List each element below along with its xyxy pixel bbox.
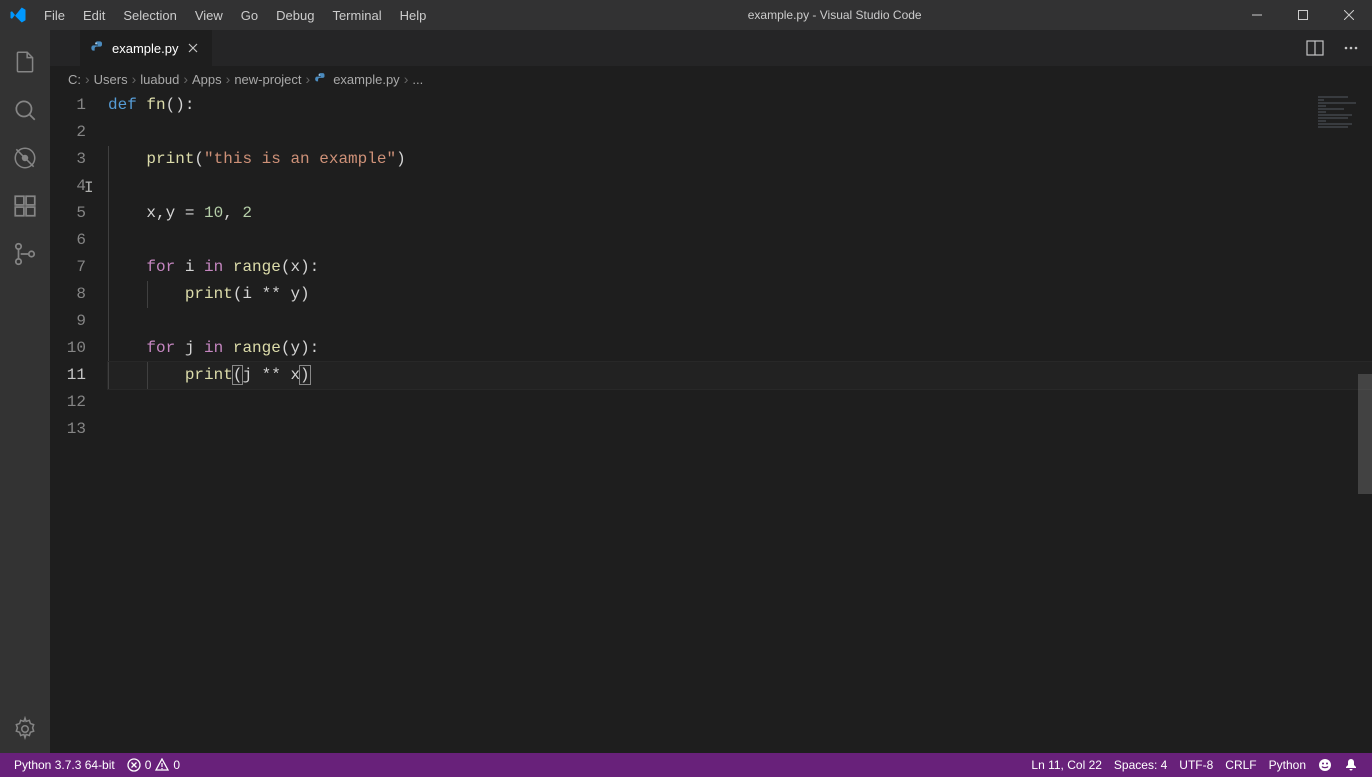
error-icon: [127, 758, 141, 772]
breadcrumb-root[interactable]: C:: [68, 72, 81, 87]
minimize-button[interactable]: [1234, 0, 1280, 30]
breadcrumb-luabud[interactable]: luabud: [140, 72, 179, 87]
code-line[interactable]: def fn():: [108, 92, 1372, 119]
menu-edit[interactable]: Edit: [74, 0, 114, 30]
window-controls: [1234, 0, 1372, 30]
titlebar: File Edit Selection View Go Debug Termin…: [0, 0, 1372, 30]
breadcrumb-tail[interactable]: ...: [412, 72, 423, 87]
breadcrumb[interactable]: C: › Users › luabud › Apps › new-project…: [50, 66, 1372, 92]
line-gutter: 12345678910111213: [50, 92, 108, 753]
menu-file[interactable]: File: [35, 0, 74, 30]
search-icon[interactable]: [1, 86, 49, 134]
close-button[interactable]: [1326, 0, 1372, 30]
menu-selection[interactable]: Selection: [114, 0, 185, 30]
breadcrumb-users[interactable]: Users: [94, 72, 128, 87]
settings-icon[interactable]: [1, 705, 49, 753]
code-editor[interactable]: 12345678910111213 def fn(): print("this …: [50, 92, 1372, 753]
split-editor-icon[interactable]: [1302, 35, 1328, 61]
code-line[interactable]: [108, 173, 1372, 200]
more-actions-icon[interactable]: [1338, 35, 1364, 61]
tab-example-py[interactable]: example.py: [80, 30, 213, 66]
status-spaces[interactable]: Spaces: 4: [1108, 753, 1173, 777]
status-warnings-count: 0: [173, 758, 180, 772]
code-line[interactable]: print(i ** y): [108, 281, 1372, 308]
debug-icon[interactable]: [1, 134, 49, 182]
menu-debug[interactable]: Debug: [267, 0, 323, 30]
scrollbar-thumb[interactable]: [1358, 374, 1372, 494]
tab-close-icon[interactable]: [184, 39, 202, 57]
code-content[interactable]: def fn(): print("this is an example") x,…: [108, 92, 1372, 753]
menu-go[interactable]: Go: [232, 0, 267, 30]
breadcrumb-file[interactable]: example.py: [333, 72, 399, 87]
status-eol[interactable]: CRLF: [1219, 753, 1262, 777]
vscode-logo: [0, 6, 35, 24]
breadcrumb-apps[interactable]: Apps: [192, 72, 222, 87]
code-line[interactable]: [108, 227, 1372, 254]
status-errors-count: 0: [145, 758, 152, 772]
source-control-icon[interactable]: [1, 230, 49, 278]
warning-icon: [155, 758, 169, 772]
window-title: example.py - Visual Studio Code: [435, 8, 1234, 22]
tabs: example.py: [50, 30, 1372, 66]
code-line[interactable]: print(j ** x): [108, 362, 1372, 389]
menu-view[interactable]: View: [186, 0, 232, 30]
editor-scrollbar[interactable]: [1358, 154, 1372, 753]
python-file-icon: [90, 40, 106, 56]
code-line[interactable]: for j in range(y):: [108, 335, 1372, 362]
status-bell-icon[interactable]: [1338, 753, 1364, 777]
code-line[interactable]: for i in range(x):: [108, 254, 1372, 281]
code-line[interactable]: [108, 308, 1372, 335]
status-cursor[interactable]: Ln 11, Col 22: [1025, 753, 1108, 777]
status-problems[interactable]: 0 0: [121, 753, 186, 777]
tab-filename: example.py: [112, 41, 178, 56]
maximize-button[interactable]: [1280, 0, 1326, 30]
status-python-env[interactable]: Python 3.7.3 64-bit: [8, 753, 121, 777]
code-line[interactable]: x,y = 10, 2: [108, 200, 1372, 227]
editor-area: example.py C: › Users › luabud › Apps: [50, 30, 1372, 753]
status-feedback-icon[interactable]: [1312, 753, 1338, 777]
status-encoding[interactable]: UTF-8: [1173, 753, 1219, 777]
menu-terminal[interactable]: Terminal: [323, 0, 390, 30]
menubar: File Edit Selection View Go Debug Termin…: [35, 0, 435, 30]
status-language[interactable]: Python: [1263, 753, 1312, 777]
activitybar: [0, 30, 50, 753]
code-line[interactable]: print("this is an example"): [108, 146, 1372, 173]
python-file-icon: [314, 72, 328, 86]
breadcrumb-newproject[interactable]: new-project: [234, 72, 301, 87]
code-line[interactable]: [108, 119, 1372, 146]
extensions-icon[interactable]: [1, 182, 49, 230]
code-line[interactable]: [108, 416, 1372, 443]
statusbar: Python 3.7.3 64-bit 0 0 Ln 11, Col 22 Sp…: [0, 753, 1372, 777]
menu-help[interactable]: Help: [391, 0, 436, 30]
text-cursor-icon: I: [84, 175, 94, 202]
explorer-icon[interactable]: [1, 38, 49, 86]
code-line[interactable]: [108, 389, 1372, 416]
